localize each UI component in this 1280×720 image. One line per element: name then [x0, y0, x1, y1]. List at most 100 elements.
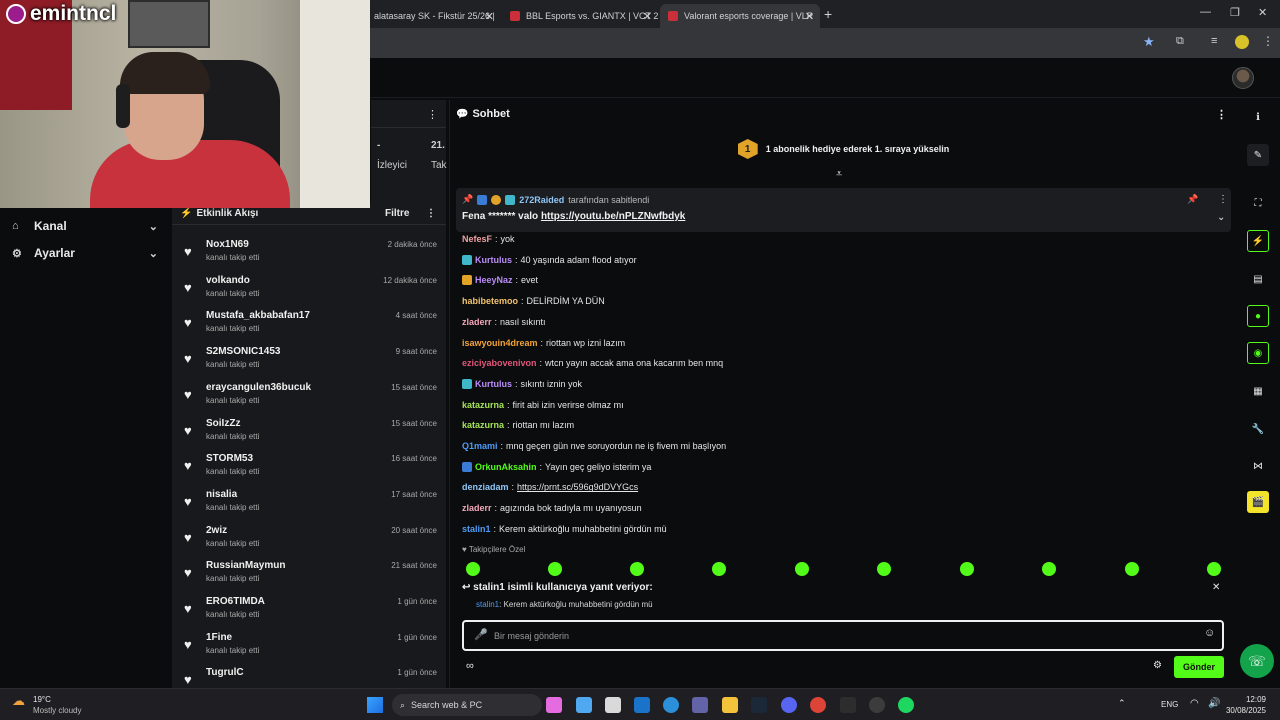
- taskbar-search[interactable]: ⌕ Search web & PC: [392, 694, 542, 716]
- wrench-icon[interactable]: 🔧: [1247, 418, 1269, 440]
- chat-username[interactable]: Kurtulus: [475, 255, 512, 265]
- emote-icon[interactable]: [630, 562, 644, 576]
- close-tab-icon[interactable]: ✕: [805, 10, 814, 23]
- browser-tab[interactable]: alatasaray SK - Fikstür 25/26 | ✕: [366, 4, 500, 28]
- pinned-link[interactable]: https://youtu.be/nPLZNwfbdyk: [541, 211, 685, 222]
- subscription-goal-banner[interactable]: 1 1 abonelik hediye ederek 1. sıraya yük…: [450, 128, 1237, 170]
- steam-icon[interactable]: [751, 697, 767, 713]
- pinned-by-user[interactable]: 272Raided: [519, 195, 564, 205]
- profile-avatar-icon[interactable]: [1235, 35, 1249, 49]
- emote-icon[interactable]: [548, 562, 562, 576]
- close-window-icon[interactable]: ✕: [1258, 6, 1267, 19]
- chat-username[interactable]: stalin1: [462, 524, 491, 534]
- bolt-icon[interactable]: ⚡: [1247, 230, 1269, 252]
- more-options-icon[interactable]: ⋮: [426, 208, 436, 219]
- chat-username[interactable]: katazurna: [462, 420, 504, 430]
- scroll-down-icon[interactable]: ⩡: [836, 168, 842, 181]
- bookmark-star-icon[interactable]: ★: [1143, 34, 1155, 50]
- activity-item[interactable]: ♥ Mustafa_akbabafan17 kanalı takip etti 4 s…: [182, 310, 437, 344]
- layers-icon[interactable]: ▦: [1247, 380, 1269, 402]
- weather-temp[interactable]: 19°C: [33, 695, 51, 704]
- chat-username[interactable]: denziadam: [462, 482, 509, 492]
- info-icon[interactable]: ℹ: [1247, 106, 1269, 128]
- emote-icon[interactable]: [960, 562, 974, 576]
- chat-username[interactable]: habibetemoo: [462, 296, 518, 306]
- chat-username[interactable]: zladerr: [462, 503, 492, 513]
- unpin-icon[interactable]: 📌: [1187, 194, 1198, 205]
- chat-username[interactable]: isawyouin4dream: [462, 338, 538, 348]
- more-options-icon[interactable]: ⋮: [1218, 194, 1228, 205]
- edit-icon[interactable]: ✎: [1247, 144, 1269, 166]
- chat-username[interactable]: eziciyabovenivon: [462, 358, 537, 368]
- support-icon[interactable]: ☏: [1240, 644, 1274, 678]
- chat-link[interactable]: https://prnt.sc/596g9dDVYGcs: [517, 482, 638, 492]
- chat-username[interactable]: Kurtulus: [475, 379, 512, 389]
- app-icon[interactable]: [869, 697, 885, 713]
- extensions-icon[interactable]: ⧉: [1176, 35, 1184, 48]
- store-icon[interactable]: [605, 697, 621, 713]
- emote-icon[interactable]: [712, 562, 726, 576]
- send-button[interactable]: Gönder: [1174, 656, 1224, 678]
- chevron-down-icon[interactable]: ⌄: [1217, 212, 1225, 223]
- new-tab-button[interactable]: +: [824, 6, 832, 22]
- infinity-icon[interactable]: ∞: [466, 660, 474, 672]
- mic-icon[interactable]: 🎤: [474, 628, 488, 641]
- activity-item[interactable]: ♥ eraycangulen36bucuk kanalı takip etti 15 …: [182, 382, 437, 416]
- activity-item[interactable]: ♥ SoiIzZz kanalı takip etti 15 saat önce: [182, 418, 437, 452]
- message-input[interactable]: [494, 628, 1184, 644]
- chat-username[interactable]: katazurna: [462, 400, 504, 410]
- weather-desc[interactable]: Mostly cloudy: [33, 706, 81, 715]
- chat-username[interactable]: HeeyNaz: [475, 275, 513, 285]
- chevron-up-icon[interactable]: ⌃: [1118, 698, 1126, 709]
- document-icon[interactable]: ▤: [1247, 268, 1269, 290]
- sidebar-item-ayarlar[interactable]: ⚙ Ayarlar ⌄: [12, 243, 162, 263]
- activity-item[interactable]: ♥ 1Fine kanalı takip etti 1 gün önce: [182, 632, 437, 666]
- chat-username[interactable]: zladerr: [462, 317, 492, 327]
- copilot-icon[interactable]: [546, 697, 562, 713]
- volume-icon[interactable]: 🔊: [1208, 698, 1220, 709]
- emote-icon[interactable]: [1125, 562, 1139, 576]
- activity-item[interactable]: ♥ nisalia kanalı takip etti 17 saat önce: [182, 489, 437, 523]
- activity-item[interactable]: ♥ ERO6TIMDA kanalı takip etti 1 gün önce: [182, 596, 437, 630]
- minimize-icon[interactable]: —: [1200, 6, 1211, 18]
- filter-button[interactable]: Filtre: [385, 208, 409, 219]
- emote-icon[interactable]: [877, 562, 891, 576]
- emoji-icon[interactable]: ☺: [1204, 627, 1215, 639]
- app-icon[interactable]: [840, 697, 856, 713]
- close-icon[interactable]: ✕: [1212, 582, 1220, 593]
- share-icon[interactable]: ⋈: [1247, 455, 1269, 477]
- browser-menu-icon[interactable]: ⋮: [1262, 34, 1274, 48]
- close-tab-icon[interactable]: ✕: [485, 10, 494, 23]
- broadcast-icon[interactable]: ◉: [1247, 342, 1269, 364]
- chat-username[interactable]: OrkunAksahin: [475, 462, 537, 472]
- browser-tab[interactable]: BBL Esports vs. GIANTX | VCT 2( ✕: [502, 4, 658, 28]
- chat-username[interactable]: Q1mami: [462, 441, 498, 451]
- browser-tab-active[interactable]: Valorant esports coverage | VLR ✕: [660, 4, 820, 28]
- maximize-icon[interactable]: ❐: [1230, 6, 1240, 19]
- chat-icon[interactable]: ●: [1247, 305, 1269, 327]
- spotify-icon[interactable]: [898, 697, 914, 713]
- activity-item[interactable]: ♥ STORM53 kanalı takip etti 16 saat önce: [182, 453, 437, 487]
- file-explorer-icon[interactable]: [722, 697, 738, 713]
- user-avatar[interactable]: [1232, 67, 1254, 89]
- fullscreen-icon[interactable]: ⛶: [1247, 192, 1269, 214]
- taskbar-clock[interactable]: 12:09 30/08/2025: [1226, 694, 1266, 716]
- emote-icon[interactable]: [1042, 562, 1056, 576]
- settings-icon[interactable]: ⚙: [1153, 660, 1162, 671]
- outlook-icon[interactable]: [634, 697, 650, 713]
- language-indicator[interactable]: ENG: [1161, 700, 1178, 709]
- emote-icon[interactable]: [795, 562, 809, 576]
- activity-item[interactable]: ♥ RussianMaymun kanalı takip etti 21 saat ö…: [182, 560, 437, 594]
- sidebar-item-kanal[interactable]: ⌂ Kanal ⌄: [12, 216, 162, 236]
- edge-icon[interactable]: [663, 697, 679, 713]
- discord-icon[interactable]: [781, 697, 797, 713]
- activity-item[interactable]: ♥ 2wiz kanalı takip etti 20 saat önce: [182, 525, 437, 559]
- activity-item[interactable]: ♥ volkando kanalı takip etti 12 dakika önce: [182, 275, 437, 309]
- windows-start-icon[interactable]: [367, 697, 383, 713]
- wifi-icon[interactable]: ◠: [1190, 698, 1199, 709]
- more-options-icon[interactable]: ⋮: [427, 108, 438, 121]
- clapper-icon[interactable]: 🎬: [1247, 491, 1269, 513]
- widgets-icon[interactable]: [576, 697, 592, 713]
- emote-icon[interactable]: [1207, 562, 1221, 576]
- more-options-icon[interactable]: ⋮: [1216, 108, 1227, 121]
